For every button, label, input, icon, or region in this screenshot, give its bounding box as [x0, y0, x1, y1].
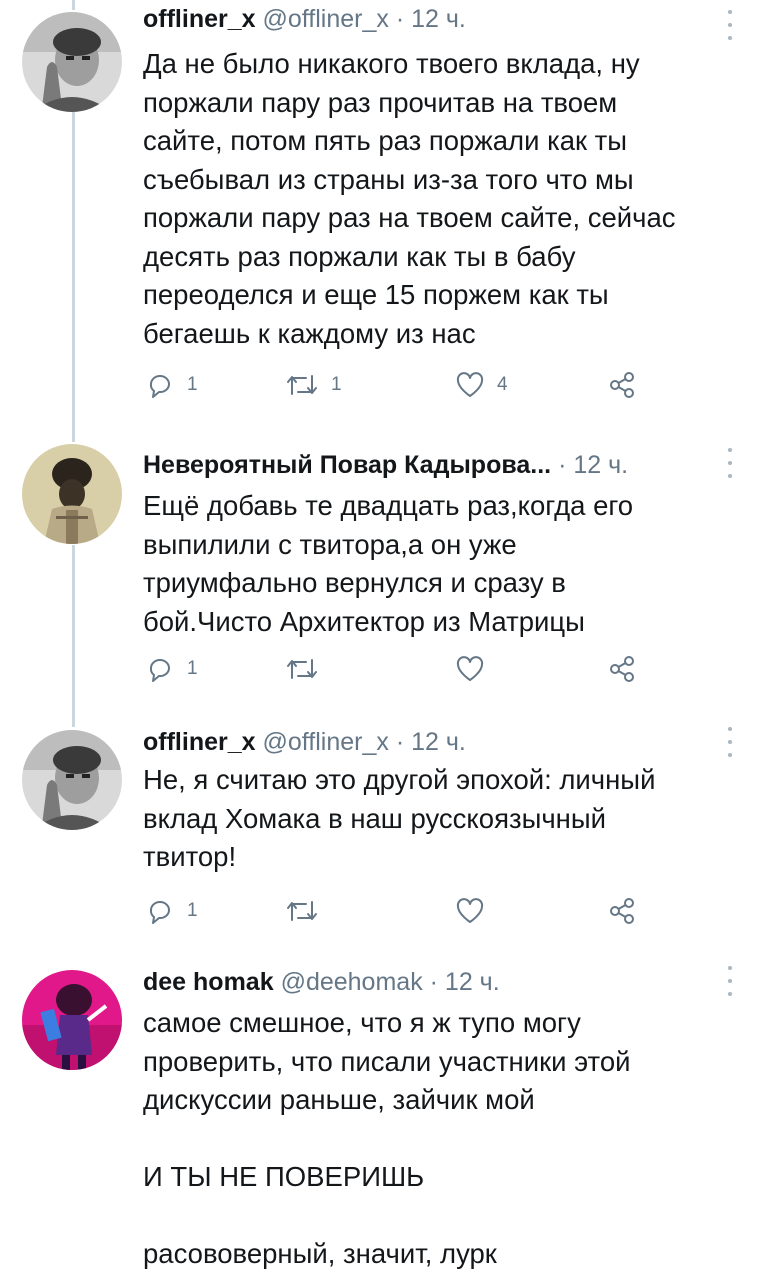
tweet-text: Да не было никакого твоего вклада, ну по…	[143, 48, 676, 349]
avatar[interactable]	[22, 444, 122, 544]
tweet-actions: 1 1 4	[145, 369, 645, 401]
like-button[interactable]: 4	[455, 369, 508, 401]
more-icon[interactable]	[725, 10, 735, 40]
tweet[interactable]: offliner_x @offliner_x · 12 ч. Не, я счи…	[0, 727, 765, 947]
avatar[interactable]	[22, 970, 122, 1070]
tweet-text: самое смешное, что я ж тупо могу провери…	[143, 1007, 631, 1269]
reply-button[interactable]: 1	[145, 653, 198, 685]
author-name[interactable]: Невероятный Повар Кадырова...	[143, 451, 551, 479]
reply-count: 1	[187, 658, 198, 679]
more-icon[interactable]	[725, 727, 735, 757]
retweet-count: 1	[331, 374, 342, 395]
share-icon	[610, 898, 634, 924]
tweet-actions: 1	[145, 653, 645, 685]
tweet-header: Невероятный Повар Кадырова... · 12 ч.	[143, 450, 725, 480]
tweet-header: offliner_x @offliner_x · 12 ч.	[143, 727, 725, 757]
tweet-text: Не, я считаю это другой эпохой: личный в…	[143, 764, 656, 872]
retweet-icon	[287, 375, 317, 395]
author-name[interactable]: offliner_x	[143, 728, 256, 756]
author-handle[interactable]: @offliner_x	[262, 5, 388, 33]
tweet[interactable]: Невероятный Повар Кадырова... · 12 ч. Ещ…	[0, 442, 765, 712]
timestamp[interactable]: · 12 ч.	[430, 968, 500, 996]
reply-icon	[149, 659, 171, 682]
author-handle[interactable]: @deehomak	[281, 968, 423, 996]
heart-icon	[456, 898, 484, 923]
like-button[interactable]	[455, 895, 497, 927]
share-icon	[610, 372, 634, 398]
share-button[interactable]	[607, 895, 637, 927]
reply-button[interactable]: 1	[145, 369, 198, 401]
reply-count: 1	[187, 900, 198, 921]
tweet[interactable]: offliner_x @offliner_x · 12 ч. Да не был…	[0, 0, 765, 430]
more-icon[interactable]	[725, 448, 735, 478]
share-button[interactable]	[607, 653, 637, 685]
like-count: 4	[497, 374, 508, 395]
timestamp[interactable]: · 12 ч.	[396, 5, 466, 33]
tweet-text: Ещё добавь те двадцать раз,когда его вып…	[143, 490, 634, 637]
reply-icon	[149, 375, 171, 398]
reply-button[interactable]: 1	[145, 895, 198, 927]
author-handle[interactable]: @offliner_x	[262, 728, 388, 756]
more-icon[interactable]	[725, 966, 735, 996]
retweet-icon	[287, 901, 317, 921]
tweet-actions: 1	[145, 895, 645, 927]
avatar[interactable]	[22, 12, 122, 112]
tweet[interactable]: dee homak @deehomak · 12 ч. самое смешно…	[0, 962, 765, 1280]
retweet-icon	[287, 659, 317, 679]
reply-count: 1	[187, 374, 198, 395]
heart-icon	[456, 656, 484, 681]
timestamp[interactable]: · 12 ч.	[396, 728, 466, 756]
like-button[interactable]	[455, 653, 497, 685]
author-name[interactable]: dee homak	[143, 968, 274, 996]
author-name[interactable]: offliner_x	[143, 5, 256, 33]
tweet-header: offliner_x @offliner_x · 12 ч.	[143, 4, 725, 34]
reply-icon	[149, 901, 171, 924]
retweet-button[interactable]	[285, 895, 331, 927]
avatar[interactable]	[22, 730, 122, 830]
heart-icon	[456, 372, 484, 397]
tweet-header: dee homak @deehomak · 12 ч.	[143, 967, 725, 997]
share-icon	[610, 656, 634, 682]
retweet-button[interactable]: 1	[285, 369, 342, 401]
retweet-button[interactable]	[285, 653, 331, 685]
share-button[interactable]	[607, 369, 637, 401]
timestamp[interactable]: · 12 ч.	[558, 451, 628, 479]
